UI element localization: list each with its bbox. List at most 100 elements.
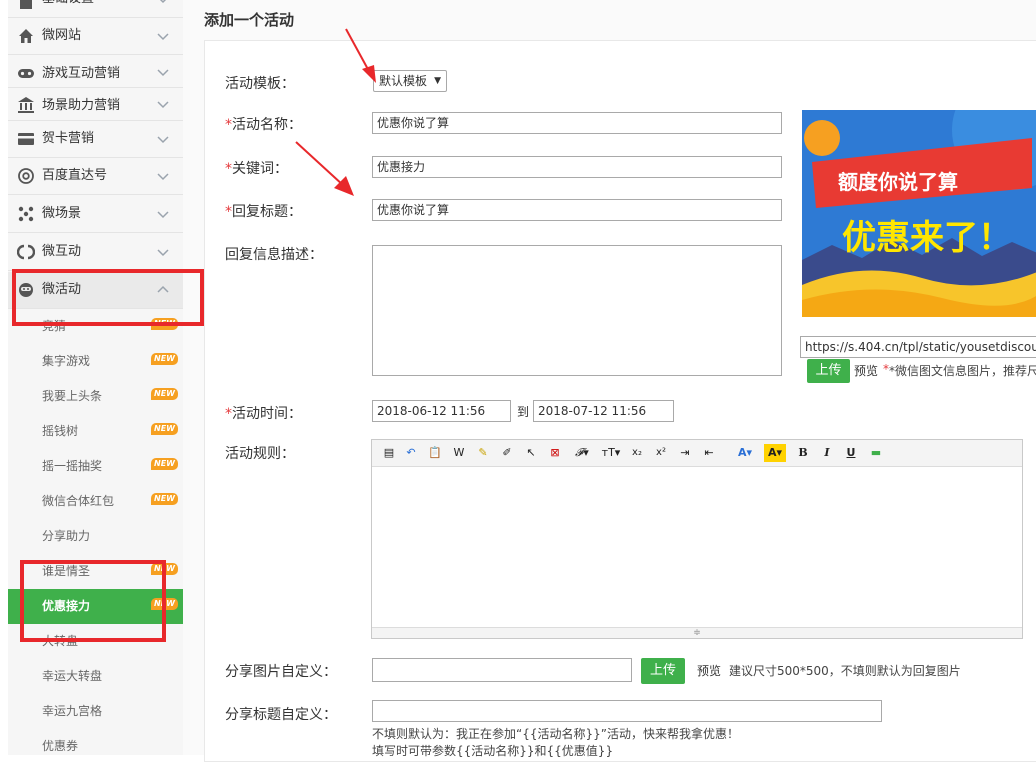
bold-icon[interactable]: B bbox=[796, 444, 810, 462]
sidebar-sub-item[interactable]: 我要上头条 NEW bbox=[8, 379, 183, 414]
promo-line-2: 优惠来了！ bbox=[842, 218, 1012, 258]
reply-title-input[interactable]: 优惠你说了算 bbox=[372, 199, 782, 221]
sidebar-item-scene-marketing[interactable]: 场景助力营销 bbox=[8, 88, 183, 121]
sidebar-item-basic-settings[interactable]: 基础设置 bbox=[8, 0, 183, 18]
image-upload-button[interactable]: 上传 bbox=[807, 359, 850, 383]
sidebar-sub-item[interactable]: 幸运大转盘 bbox=[8, 659, 183, 694]
sidebar-item-micro-activity[interactable]: 微活动 bbox=[8, 272, 183, 309]
rules-editor[interactable]: ▤ ↶ 📋 W ✎ ✐ ↖ ⊠ 𝓕▾ ᴛT▾ x₂ x² ⇥ ⇤ A▾ A▾ B… bbox=[371, 439, 1023, 639]
new-badge: NEW bbox=[151, 493, 178, 505]
source-icon[interactable]: ▤ bbox=[382, 444, 396, 462]
sidebar-sub-item[interactable]: 微信合体红包 NEW bbox=[8, 484, 183, 519]
clear-format-icon[interactable]: ✎ bbox=[476, 444, 490, 462]
sub-item-label: 集字游戏 bbox=[42, 354, 91, 368]
reply-desc-textarea[interactable] bbox=[372, 245, 782, 376]
share-preview-link[interactable]: 预览 bbox=[697, 662, 721, 679]
mascot-icon bbox=[19, 283, 33, 297]
format-painter-icon[interactable]: ✐ bbox=[500, 444, 514, 462]
caret-down-icon: ▼ bbox=[434, 76, 441, 86]
dots-icon bbox=[18, 206, 34, 222]
new-badge: NEW bbox=[151, 423, 178, 435]
sidebar-sub-item[interactable]: 优惠券 bbox=[8, 729, 183, 764]
new-badge: NEW bbox=[151, 388, 178, 400]
template-select[interactable]: 默认模板 ▼ bbox=[373, 70, 447, 92]
fullscreen-icon[interactable]: ⊠ bbox=[548, 444, 562, 462]
editor-resize-handle[interactable]: ≑ bbox=[372, 627, 1022, 638]
indent-icon[interactable]: ⇥ bbox=[678, 444, 692, 462]
activity-name-input[interactable]: 优惠你说了算 bbox=[372, 112, 782, 134]
page-title: 添加一个活动 bbox=[204, 11, 295, 29]
sub-item-label: 谁是情圣 bbox=[42, 564, 91, 578]
start-time-input[interactable]: 2018-06-12 11:56 bbox=[372, 400, 511, 422]
settings-icon bbox=[20, 0, 32, 9]
sidebar-item-label: 微活动 bbox=[42, 282, 82, 297]
share-title-label: 分享标题自定义： bbox=[225, 707, 337, 723]
paste-word-icon[interactable]: W bbox=[452, 444, 466, 462]
image-preview-link[interactable]: 预览 bbox=[854, 362, 878, 379]
image-url-input[interactable]: https://s.404.cn/tpl/static/yousetdiscou… bbox=[800, 336, 1036, 358]
sub-item-label: 摇一摇抽奖 bbox=[42, 459, 103, 473]
chevron-down-icon bbox=[157, 33, 169, 41]
new-badge: NEW bbox=[151, 318, 178, 330]
sidebar-sub-item[interactable]: 幸运九宫格 bbox=[8, 694, 183, 729]
sidebar-sub-item[interactable]: 摇一摇抽奖 NEW bbox=[8, 449, 183, 484]
share-title-input[interactable] bbox=[372, 700, 882, 722]
promo-line-1: 额度你说了算 bbox=[838, 170, 958, 194]
editor-toolbar: ▤ ↶ 📋 W ✎ ✐ ↖ ⊠ 𝓕▾ ᴛT▾ x₂ x² ⇥ ⇤ A▾ A▾ B… bbox=[372, 440, 1022, 467]
superscript-icon[interactable]: x² bbox=[654, 444, 668, 462]
chevron-down-icon bbox=[159, 0, 167, 4]
sidebar-sub-item[interactable]: 大转盘 bbox=[8, 624, 183, 659]
keyword-input[interactable]: 优惠接力 bbox=[372, 156, 782, 178]
time-label: *活动时间： bbox=[225, 406, 302, 422]
font-color-icon[interactable]: A▾ bbox=[734, 444, 756, 462]
sub-item-label: 幸运九宫格 bbox=[42, 704, 103, 718]
sidebar: 基础设置 微网站 游戏互动营销 场景助力营销 贺卡营销 百度直达号 微场景 微互… bbox=[8, 0, 184, 755]
sidebar-sub-item[interactable]: 竞猜 NEW bbox=[8, 309, 183, 344]
home-icon bbox=[19, 29, 33, 43]
sidebar-sub-item[interactable]: 摇钱树 NEW bbox=[8, 414, 183, 449]
sidebar-item-micro-site[interactable]: 微网站 bbox=[8, 18, 183, 55]
main-content: 添加一个活动 活动模板： 默认模板 ▼ *活动名称： 优惠你说了算 *关键词： … bbox=[183, 0, 1036, 762]
card-icon bbox=[18, 133, 34, 145]
sidebar-sub-item[interactable]: 集字游戏 NEW bbox=[8, 344, 183, 379]
sidebar-sub-item[interactable]: 谁是情圣 NEW bbox=[8, 554, 183, 589]
highlight-color-icon[interactable]: A▾ bbox=[764, 444, 786, 462]
reply-desc-label: 回复信息描述： bbox=[225, 247, 323, 263]
chevron-down-icon bbox=[157, 101, 169, 109]
sub-item-label: 竞猜 bbox=[42, 319, 67, 333]
sidebar-sub-item-active[interactable]: 优惠接力 NEW bbox=[8, 589, 183, 624]
end-time-input[interactable]: 2018-07-12 11:56 bbox=[533, 400, 674, 422]
horizontal-rule-icon[interactable]: ▬ bbox=[868, 444, 884, 462]
sidebar-item-card-marketing[interactable]: 贺卡营销 bbox=[8, 121, 183, 158]
share-upload-button[interactable]: 上传 bbox=[641, 658, 685, 684]
at-icon bbox=[18, 168, 34, 184]
sub-item-label: 优惠券 bbox=[42, 739, 79, 753]
sidebar-item-label: 微网站 bbox=[42, 28, 82, 43]
keyword-label: *关键词： bbox=[225, 161, 288, 177]
new-badge: NEW bbox=[151, 353, 178, 365]
chevron-down-icon bbox=[157, 249, 169, 257]
select-all-icon[interactable]: ↖ bbox=[524, 444, 538, 462]
outdent-icon[interactable]: ⇤ bbox=[702, 444, 716, 462]
sidebar-item-baidu[interactable]: 百度直达号 bbox=[8, 158, 183, 195]
font-family-icon[interactable]: 𝓕▾ bbox=[572, 444, 592, 462]
italic-icon[interactable]: I bbox=[820, 444, 834, 462]
sidebar-item-micro-interact[interactable]: 微互动 bbox=[8, 234, 183, 271]
sub-item-label: 微信合体红包 bbox=[42, 494, 115, 508]
paste-icon[interactable]: 📋 bbox=[428, 444, 442, 462]
sidebar-item-game-marketing[interactable]: 游戏互动营销 bbox=[8, 56, 183, 88]
subscript-icon[interactable]: x₂ bbox=[630, 444, 644, 462]
sub-item-label: 幸运大转盘 bbox=[42, 669, 103, 683]
sidebar-item-label: 场景助力营销 bbox=[42, 98, 121, 113]
sidebar-item-micro-scene[interactable]: 微场景 bbox=[8, 196, 183, 233]
sub-item-label: 优惠接力 bbox=[42, 599, 91, 613]
new-badge: NEW bbox=[151, 598, 178, 610]
chevron-up-icon bbox=[157, 285, 169, 293]
promo-image: 额度你说了算 优惠来了！ bbox=[802, 110, 1036, 317]
chevron-down-icon bbox=[157, 211, 169, 219]
underline-icon[interactable]: U bbox=[844, 444, 858, 462]
sidebar-sub-item[interactable]: 分享助力 bbox=[8, 519, 183, 554]
font-size-icon[interactable]: ᴛT▾ bbox=[600, 444, 622, 462]
share-image-input[interactable] bbox=[372, 658, 632, 682]
undo-icon[interactable]: ↶ bbox=[404, 444, 418, 462]
